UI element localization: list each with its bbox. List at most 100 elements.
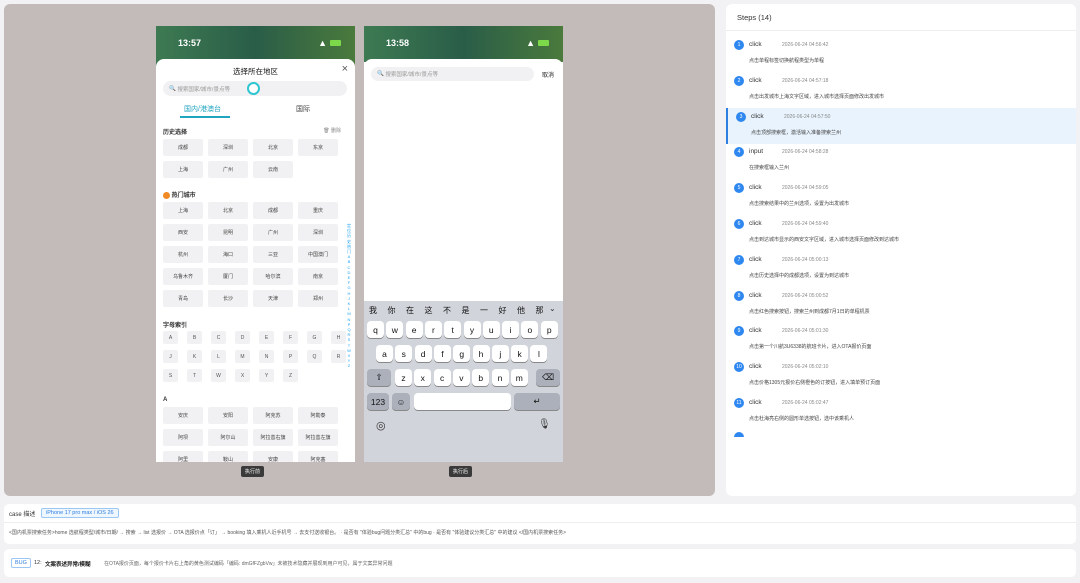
key-j[interactable]: j (491, 345, 509, 362)
step-item[interactable]: 7 click 2026-06-24 05:00:13 点击历史选择中的成都选项，设置… (726, 251, 1076, 287)
letter-key[interactable]: X (235, 369, 250, 382)
history-city[interactable]: 上海 (163, 161, 203, 178)
a-city[interactable]: 阿克苏 (253, 407, 293, 424)
key-w[interactable]: w (386, 321, 404, 338)
hot-city[interactable]: 重庆 (298, 202, 338, 219)
a-city[interactable]: 安庆 (163, 407, 203, 424)
key-s[interactable]: s (395, 345, 413, 362)
key-q[interactable]: q (367, 321, 384, 338)
hot-city[interactable]: 哈尔滨 (253, 268, 293, 285)
candidate-word[interactable]: 他 (517, 305, 525, 316)
letter-key[interactable]: J (163, 350, 178, 363)
key-l[interactable]: l (530, 345, 548, 362)
key-e[interactable]: e (405, 321, 423, 338)
a-city[interactable]: 阿拉善左旗 (298, 429, 338, 446)
key-o[interactable]: o (521, 321, 539, 338)
letter-key[interactable]: C (211, 331, 226, 344)
candidate-word[interactable]: 在 (406, 305, 414, 316)
step-item[interactable]: 1 click 2026-06-24 04:56:42 点击单程标签切换航程类型为单程 (726, 36, 1076, 72)
candidate-word[interactable]: 好 (499, 305, 507, 316)
step-item[interactable]: 6 click 2026-06-24 04:59:40 点击到达城市显示的西安文字区域… (726, 215, 1076, 251)
key-u[interactable]: u (482, 321, 500, 338)
hot-city[interactable]: 青岛 (163, 290, 203, 307)
hot-city[interactable]: 南京 (298, 268, 338, 285)
tab-domestic[interactable]: 国内/港澳台 (184, 104, 221, 114)
hot-city[interactable]: 天津 (253, 290, 293, 307)
index-letter[interactable]: Z (346, 363, 352, 368)
globe-icon[interactable]: ◎ (376, 419, 386, 432)
key-g[interactable]: g (453, 345, 471, 362)
hot-city[interactable]: 长沙 (208, 290, 248, 307)
candidate-word[interactable]: 这 (425, 305, 433, 316)
key-i[interactable]: i (502, 321, 520, 338)
key-h[interactable]: h (472, 345, 490, 362)
hot-city[interactable]: 西安 (163, 224, 203, 241)
key-b[interactable]: b (472, 369, 490, 386)
key-a[interactable]: a (376, 345, 393, 362)
index-letter[interactable]: 热门 (346, 244, 352, 254)
hot-city[interactable]: 昆明 (208, 224, 248, 241)
a-city[interactable]: 阿坝 (163, 429, 203, 446)
letter-key[interactable]: A (163, 331, 178, 344)
key-c[interactable]: c (433, 369, 451, 386)
hot-city[interactable]: 杭州 (163, 246, 203, 263)
key-v[interactable]: v (452, 369, 470, 386)
backspace-key[interactable]: ⌫ (536, 369, 560, 386)
candidate-word[interactable]: 不 (443, 305, 451, 316)
letter-key[interactable]: H (331, 331, 346, 344)
letter-key[interactable]: M (235, 350, 250, 363)
a-city[interactable]: 阿克塞 (298, 451, 338, 462)
key-r[interactable]: r (424, 321, 442, 338)
letter-key[interactable]: Y (259, 369, 274, 382)
shift-key[interactable]: ⇧ (367, 369, 391, 386)
candidate-word[interactable]: 我 (369, 305, 377, 316)
letter-key[interactable]: E (259, 331, 274, 344)
cancel-button[interactable]: 取消 (542, 70, 554, 79)
letter-key[interactable]: T (187, 369, 202, 382)
history-city[interactable]: 云南 (253, 161, 293, 178)
candidate-word[interactable]: 那 (536, 305, 544, 316)
close-icon[interactable]: × (342, 63, 348, 75)
step-item[interactable]: 5 click 2026-06-24 04:59:05 点击搜索结果中的兰州选项，设置… (726, 179, 1076, 215)
a-city[interactable]: 阿里 (163, 451, 203, 462)
key-n[interactable]: n (491, 369, 509, 386)
step-item[interactable]: 8 click 2026-06-24 05:00:52 点击红色搜索按钮，搜索兰州到成… (726, 287, 1076, 323)
key-f[interactable]: f (433, 345, 451, 362)
clear-history-button[interactable]: 🗑 删除 (323, 127, 341, 134)
key-y[interactable]: y (463, 321, 481, 338)
history-city[interactable]: 广州 (208, 161, 248, 178)
step-item[interactable]: 4 input 2026-06-24 04:58:28 在搜索框输入兰州 (726, 143, 1076, 179)
history-city[interactable]: 东京 (298, 139, 338, 156)
a-city[interactable]: 阿尔山 (208, 429, 248, 446)
letter-key[interactable]: B (187, 331, 202, 344)
key-k[interactable]: k (511, 345, 529, 362)
key-m[interactable]: m (510, 369, 528, 386)
letter-key[interactable]: Z (283, 369, 298, 382)
hot-city[interactable]: 三亚 (253, 246, 293, 263)
hot-city[interactable]: 乌鲁木齐 (163, 268, 203, 285)
hot-city[interactable]: 广州 (253, 224, 293, 241)
letter-key[interactable]: P (283, 350, 298, 363)
step-item[interactable]: 3 click 2026-06-24 04:57:50 点击顶部搜索框，激活输入准备搜… (726, 107, 1076, 144)
hot-city[interactable]: 中国澳门 (298, 246, 338, 263)
index-bar[interactable]: 定位 历史 热门 A B C D E F G H J K L M N P Q R S T W X Y Z (346, 223, 352, 369)
hot-city[interactable]: 北京 (208, 202, 248, 219)
letter-key[interactable]: R (331, 350, 346, 363)
a-city[interactable]: 阿拉善右旗 (253, 429, 293, 446)
candidate-word[interactable]: 一 (480, 305, 488, 316)
letter-key[interactable]: Q (307, 350, 322, 363)
letter-key[interactable]: G (307, 331, 322, 344)
hot-city[interactable]: 郑州 (298, 290, 338, 307)
hot-city[interactable]: 上海 (163, 202, 203, 219)
key-p[interactable]: p (540, 321, 558, 338)
letter-key[interactable]: F (283, 331, 298, 344)
letter-key[interactable]: S (163, 369, 178, 382)
a-city[interactable]: 鞍山 (208, 451, 248, 462)
hot-city[interactable]: 成都 (253, 202, 293, 219)
index-letter[interactable]: 历史 (346, 233, 352, 243)
return-key[interactable]: ↵ (514, 393, 560, 410)
tab-intl[interactable]: 国际 (296, 104, 310, 114)
history-city[interactable]: 北京 (253, 139, 293, 156)
letter-key[interactable]: L (211, 350, 226, 363)
candidate-word[interactable]: 你 (388, 305, 396, 316)
